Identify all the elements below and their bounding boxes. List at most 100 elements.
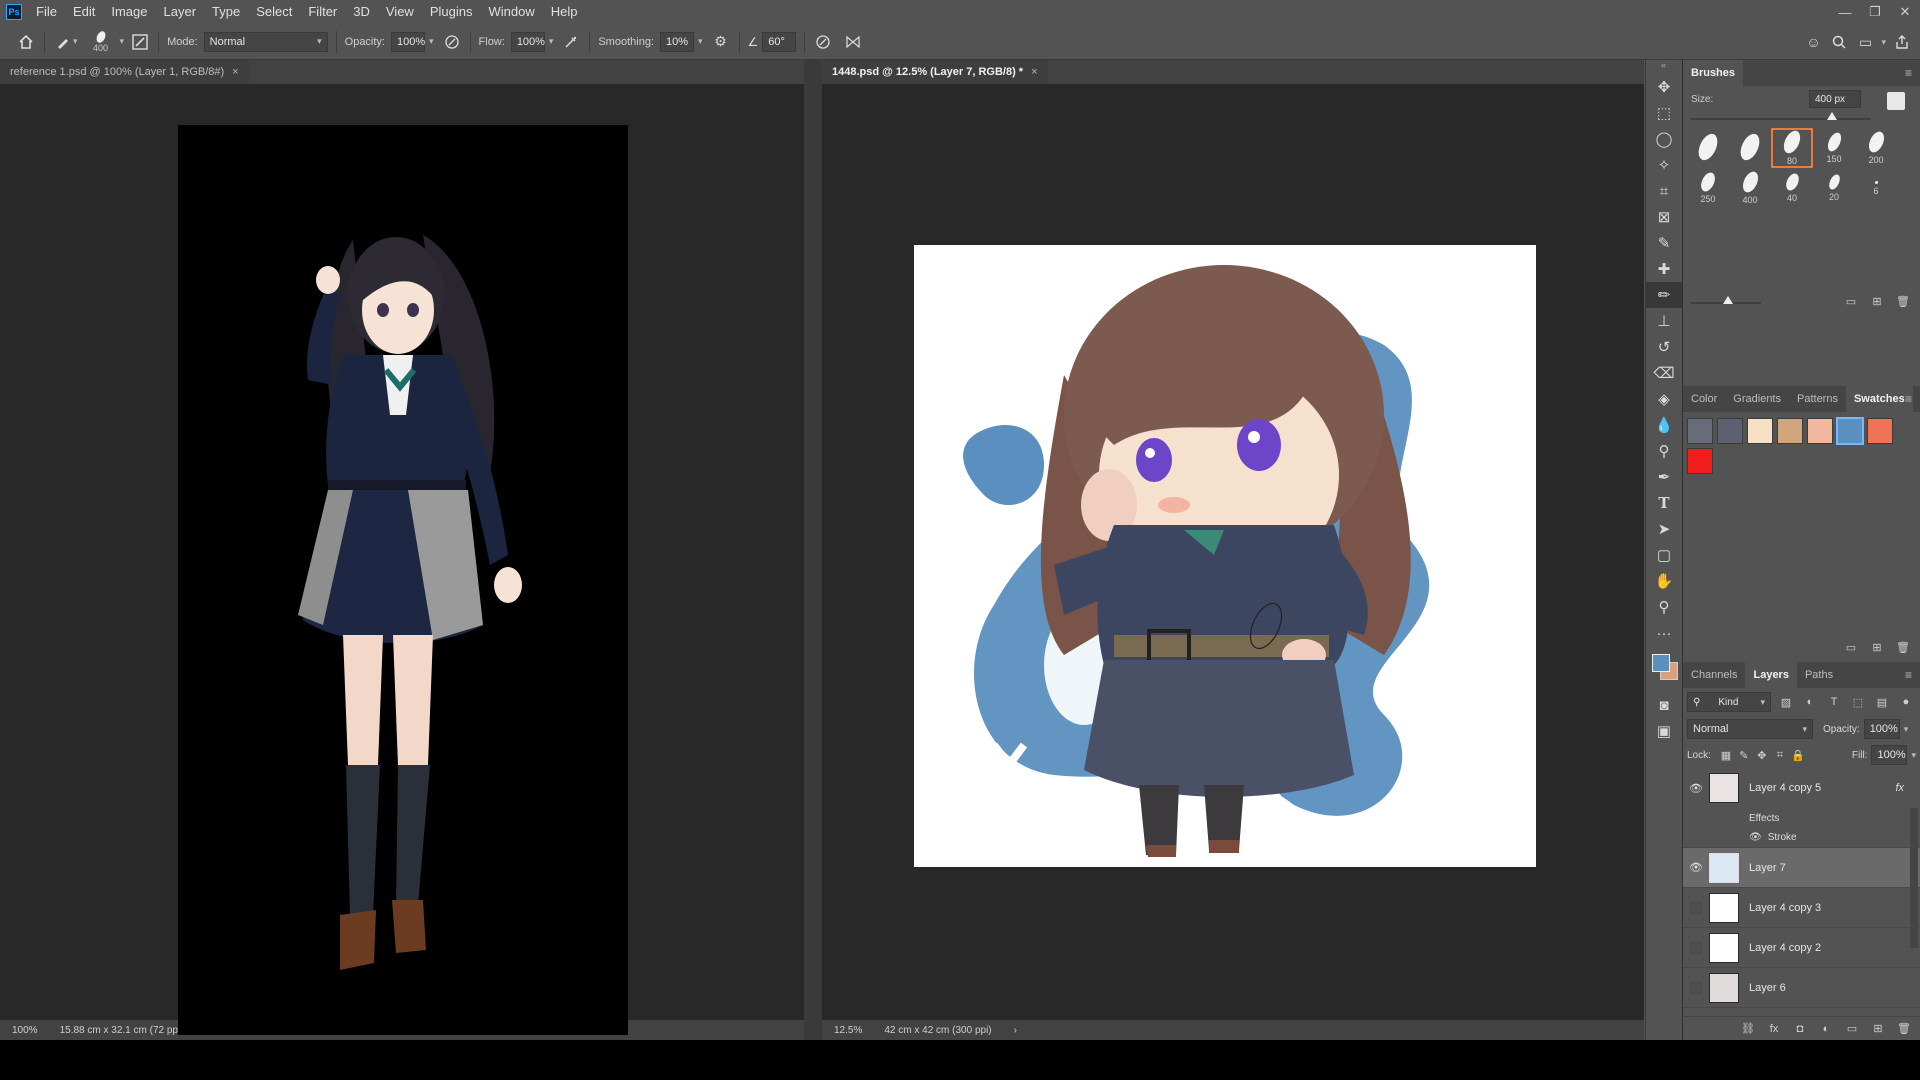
menu-edit[interactable]: Edit [65, 0, 103, 24]
new-swatch-icon[interactable]: ⊞ [1868, 638, 1886, 656]
lock-transparent-icon[interactable]: ▦ [1717, 746, 1735, 764]
filter-shape-icon[interactable]: ⬚ [1849, 693, 1867, 711]
lock-artboard-icon[interactable]: ⌗ [1771, 746, 1789, 764]
lock-position-icon[interactable]: ✥ [1753, 746, 1771, 764]
new-layer-icon[interactable]: ⊞ [1869, 1020, 1887, 1038]
eye-icon[interactable]: 👁 [1683, 782, 1709, 795]
right-doc-tab[interactable]: 1448.psd @ 12.5% (Layer 7, RGB/8) * × [822, 60, 1048, 84]
fx-badge[interactable]: fx [1895, 782, 1904, 794]
effects-row[interactable]: Effects [1683, 808, 1920, 828]
frame-tool-icon[interactable]: ⊠ [1646, 204, 1682, 230]
brush-preset[interactable]: 250 [1687, 168, 1729, 208]
filter-type-icon[interactable]: T [1825, 693, 1843, 711]
healing-brush-tool-icon[interactable]: ✚ [1646, 256, 1682, 282]
working-canvas[interactable] [914, 245, 1536, 867]
color-swatch[interactable] [1836, 417, 1864, 445]
move-tool-icon[interactable]: ✥ [1646, 74, 1682, 100]
type-tool-icon[interactable]: T [1646, 490, 1682, 516]
brush-picker-dropdown-icon[interactable]: ▾ [120, 36, 125, 47]
path-selection-tool-icon[interactable]: ➤ [1646, 516, 1682, 542]
slider-handle-icon[interactable] [1723, 296, 1733, 304]
cloud-docs-icon[interactable]: ☺ [1803, 32, 1823, 52]
tab-patterns[interactable]: Patterns [1789, 386, 1846, 412]
eye-icon[interactable]: 👁 [1749, 832, 1762, 843]
chevron-right-icon[interactable]: › [1014, 1025, 1017, 1036]
menu-window[interactable]: Window [480, 0, 542, 24]
fill-input[interactable]: 100% [1871, 745, 1908, 765]
layer-row[interactable]: Layer 4 copy 3 [1683, 888, 1920, 928]
menu-type[interactable]: Type [204, 0, 248, 24]
panel-menu-icon[interactable]: ≡ [1905, 66, 1912, 80]
menu-3d[interactable]: 3D [345, 0, 378, 24]
layer-name[interactable]: Layer 4 copy 3 [1749, 902, 1821, 914]
opacity-slider-icon[interactable]: ▾ [429, 36, 434, 47]
layer-row[interactable]: 👁 Layer 7 [1683, 848, 1920, 888]
brush-preset[interactable]: 200 [1855, 128, 1897, 168]
tab-layers[interactable]: Layers [1745, 662, 1797, 688]
close-button[interactable]: ✕ [1890, 0, 1920, 24]
layer-name[interactable]: Layer 4 copy 5 [1749, 782, 1821, 794]
chevron-down-icon[interactable]: ▾ [1911, 750, 1916, 761]
folder-icon[interactable]: ▭ [1842, 638, 1860, 656]
menu-filter[interactable]: Filter [300, 0, 345, 24]
tool-preset-dropdown-icon[interactable]: ▾ [73, 36, 78, 47]
lock-all-icon[interactable]: 🔒 [1789, 746, 1807, 764]
filter-toggle-icon[interactable]: ● [1897, 693, 1915, 711]
menu-layer[interactable]: Layer [156, 0, 205, 24]
brush-preset[interactable]: 20 [1813, 168, 1855, 208]
photoshop-logo[interactable]: Ps [6, 4, 22, 20]
angle-input[interactable]: 60° [762, 31, 797, 52]
restore-button[interactable]: ❐ [1860, 0, 1890, 24]
workspace-dropdown-icon[interactable]: ▾ [1881, 32, 1886, 52]
panel-menu-icon[interactable]: ≡ [1905, 392, 1912, 406]
right-zoom-value[interactable]: 12.5% [834, 1025, 862, 1036]
flow-input[interactable]: 100% [510, 31, 545, 52]
marquee-tool-icon[interactable]: ⬚ [1646, 100, 1682, 126]
history-brush-tool-icon[interactable]: ↺ [1646, 334, 1682, 360]
paint-bucket-tool-icon[interactable]: ◈ [1646, 386, 1682, 412]
layer-row[interactable]: Layer 4 copy 2 [1683, 928, 1920, 968]
layer-name[interactable]: Layer 6 [1749, 982, 1786, 994]
tab-paths[interactable]: Paths [1797, 662, 1841, 688]
blend-mode-select[interactable]: Normal ▾ [1687, 719, 1813, 739]
layer-opacity-input[interactable]: 100% [1863, 719, 1900, 739]
brush-preset[interactable]: 40 [1771, 168, 1813, 208]
workspace-icon[interactable]: ▭ [1855, 32, 1875, 52]
brush-settings-panel-icon[interactable] [130, 32, 150, 52]
tab-color[interactable]: Color [1683, 386, 1725, 412]
stamp-tool-icon[interactable]: ⊥ [1646, 308, 1682, 334]
color-swatch[interactable] [1687, 448, 1713, 474]
mode-select[interactable]: Normal ▾ [203, 31, 328, 52]
tab-brushes[interactable]: Brushes [1683, 60, 1744, 86]
home-icon[interactable] [16, 32, 36, 52]
folder-icon[interactable]: ▭ [1843, 1020, 1861, 1038]
color-swatch[interactable] [1747, 418, 1773, 444]
fx-icon[interactable]: fx [1765, 1020, 1783, 1038]
hand-tool-icon[interactable]: ✋ [1646, 568, 1682, 594]
visibility-toggle[interactable] [1690, 941, 1702, 954]
filter-kind-select[interactable]: ⚲ Kind ▾ [1687, 692, 1771, 712]
pen-tool-icon[interactable]: ✒ [1646, 464, 1682, 490]
brush-preset[interactable]: 150 [1813, 128, 1855, 168]
menu-view[interactable]: View [378, 0, 422, 24]
color-swatch[interactable] [1687, 418, 1713, 444]
brush-preset-picker[interactable]: 400 [88, 29, 114, 53]
airbrush-icon[interactable] [561, 32, 581, 52]
menu-help[interactable]: Help [543, 0, 586, 24]
opacity-input[interactable]: 100% [391, 31, 425, 52]
pressure-size-icon[interactable] [813, 32, 833, 52]
layer-row[interactable]: Layer 6 [1683, 968, 1920, 1008]
close-icon[interactable]: × [232, 66, 238, 78]
filter-adjustment-icon[interactable]: ◐ [1801, 693, 1819, 711]
crop-tool-icon[interactable]: ⌗ [1646, 178, 1682, 204]
brush-preset[interactable] [1729, 128, 1771, 168]
blur-tool-icon[interactable]: 💧 [1646, 412, 1682, 438]
slider-handle-icon[interactable] [1827, 112, 1837, 120]
color-swatch[interactable] [1807, 418, 1833, 444]
edit-toolbar-icon[interactable]: ··· [1646, 620, 1682, 646]
search-icon[interactable] [1829, 32, 1849, 52]
share-icon[interactable] [1892, 32, 1912, 52]
add-mask-icon[interactable]: ◘ [1791, 1020, 1809, 1038]
eye-icon[interactable]: 👁 [1683, 861, 1709, 874]
panel-menu-icon[interactable]: ≡ [1905, 668, 1912, 682]
